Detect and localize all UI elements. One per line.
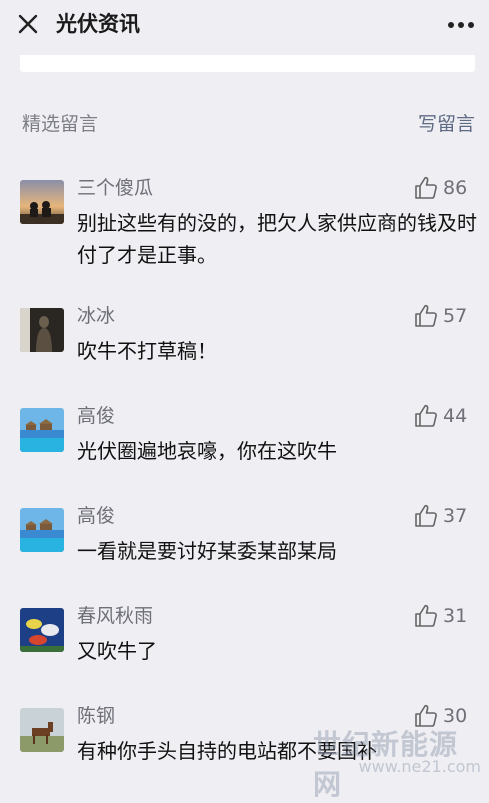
more-button[interactable] bbox=[443, 8, 479, 40]
like-count: 37 bbox=[443, 502, 467, 530]
avatar[interactable] bbox=[20, 608, 64, 652]
avatar[interactable] bbox=[20, 180, 64, 224]
thumbs-up-icon bbox=[413, 403, 439, 429]
comments-header: 精选留言 写留言 bbox=[0, 105, 489, 141]
like-count: 44 bbox=[443, 402, 467, 430]
write-comment-link[interactable]: 写留言 bbox=[418, 112, 475, 136]
avatar[interactable] bbox=[20, 408, 64, 452]
avatar-beach-image bbox=[20, 508, 64, 552]
comment-item: 陈钢 30 有种你手头自持的电站都不要国补 bbox=[0, 688, 489, 788]
avatar-horse-image bbox=[20, 708, 64, 752]
comment-nickname: 高俊 bbox=[77, 403, 115, 429]
page-title: 光伏资讯 bbox=[56, 9, 140, 39]
comment-nickname: 陈钢 bbox=[77, 703, 115, 729]
like-button[interactable]: 30 bbox=[413, 702, 477, 730]
close-button[interactable] bbox=[12, 8, 44, 40]
like-button[interactable]: 31 bbox=[413, 602, 477, 630]
comment-list: 三个傻瓜 86 别扯这些有的没的，把欠人家供应商的钱及时付了才是正事。 冰冰 5… bbox=[0, 160, 489, 788]
comment-text: 光伏圈遍地哀嚎，你在这吹牛 bbox=[77, 435, 477, 467]
avatar[interactable] bbox=[20, 308, 64, 352]
thumbs-up-icon bbox=[413, 603, 439, 629]
avatar-fish-image bbox=[20, 608, 64, 652]
comment-item: 高俊 44 光伏圈遍地哀嚎，你在这吹牛 bbox=[0, 388, 489, 488]
thumbs-up-icon bbox=[413, 703, 439, 729]
thumbs-up-icon bbox=[413, 503, 439, 529]
comment-nickname: 高俊 bbox=[77, 503, 115, 529]
like-button[interactable]: 57 bbox=[413, 302, 477, 330]
avatar-statue-image bbox=[20, 308, 64, 352]
comment-text: 又吹牛了 bbox=[77, 635, 477, 667]
featured-comments-title: 精选留言 bbox=[22, 112, 98, 136]
thumbs-up-icon bbox=[413, 175, 439, 201]
avatar-beach-image bbox=[20, 408, 64, 452]
like-count: 31 bbox=[443, 602, 467, 630]
comment-text: 一看就是要讨好某委某部某局 bbox=[77, 535, 477, 567]
like-button[interactable]: 37 bbox=[413, 502, 477, 530]
comment-text: 有种你手头自持的电站都不要国补 bbox=[77, 735, 477, 767]
like-count: 86 bbox=[443, 174, 467, 202]
comment-text: 别扯这些有的没的，把欠人家供应商的钱及时付了才是正事。 bbox=[77, 207, 477, 271]
like-count: 57 bbox=[443, 302, 467, 330]
comment-nickname: 三个傻瓜 bbox=[77, 175, 153, 201]
avatar[interactable] bbox=[20, 508, 64, 552]
comment-item: 春风秋雨 31 又吹牛了 bbox=[0, 588, 489, 688]
article-card-bottom bbox=[20, 55, 475, 72]
like-button[interactable]: 86 bbox=[413, 174, 477, 202]
comment-nickname: 春风秋雨 bbox=[77, 603, 153, 629]
like-button[interactable]: 44 bbox=[413, 402, 477, 430]
close-icon bbox=[12, 8, 44, 40]
like-count: 30 bbox=[443, 702, 467, 730]
thumbs-up-icon bbox=[413, 303, 439, 329]
more-dots-icon bbox=[443, 8, 479, 40]
comment-text: 吹牛不打草稿！ bbox=[77, 335, 477, 367]
avatar[interactable] bbox=[20, 708, 64, 752]
top-bar: 光伏资讯 bbox=[0, 0, 489, 50]
avatar-sunset-image bbox=[20, 180, 64, 224]
comment-item: 高俊 37 一看就是要讨好某委某部某局 bbox=[0, 488, 489, 588]
comment-nickname: 冰冰 bbox=[77, 303, 115, 329]
comment-item: 三个傻瓜 86 别扯这些有的没的，把欠人家供应商的钱及时付了才是正事。 bbox=[0, 160, 489, 288]
comment-item: 冰冰 57 吹牛不打草稿！ bbox=[0, 288, 489, 388]
